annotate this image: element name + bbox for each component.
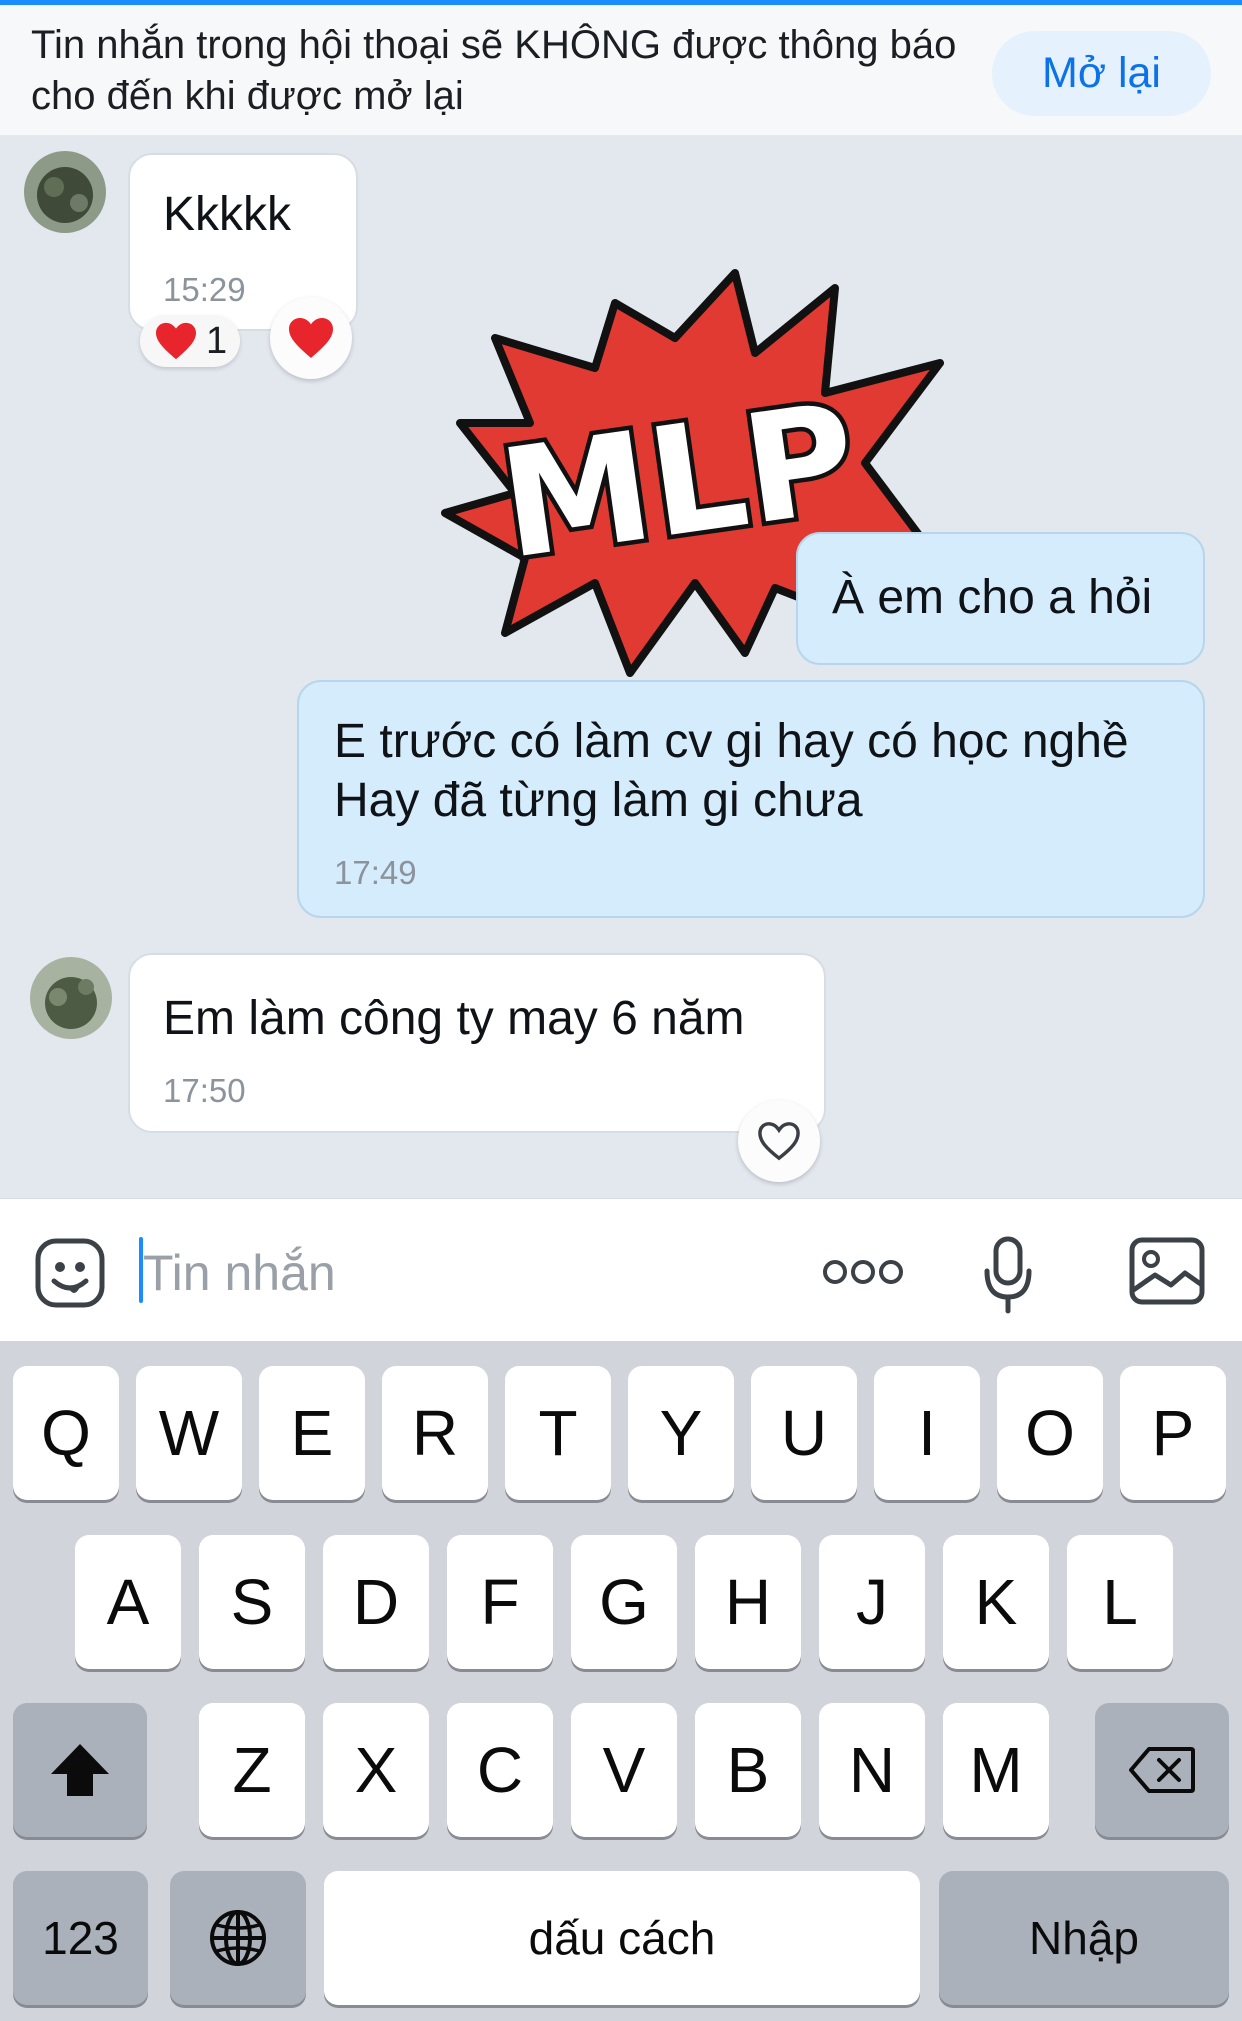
incoming-message-bubble[interactable]: Em làm công ty may 6 năm 17:50 [128, 953, 826, 1133]
backspace-key[interactable] [1095, 1703, 1229, 1837]
muted-notice-text: Tin nhắn trong hội thoại sẽ KHÔNG được t… [31, 23, 957, 118]
image-button[interactable] [1129, 1237, 1205, 1305]
keyboard: Q W E R T Y U I O P A S D F G H J K L Z … [0, 1341, 1242, 2021]
backspace-icon [1129, 1747, 1195, 1793]
contact-avatar[interactable] [24, 151, 106, 233]
numbers-key[interactable]: 123 [13, 1871, 148, 2005]
heart-icon [156, 322, 196, 360]
key-w[interactable]: W [136, 1366, 242, 1500]
return-key-label: Nhập [1029, 1912, 1139, 1964]
space-key[interactable]: dấu cách [324, 1871, 920, 2005]
avatar-image [30, 957, 112, 1039]
key-x[interactable]: X [323, 1703, 429, 1837]
key-k[interactable]: K [943, 1535, 1049, 1669]
shift-key[interactable] [13, 1703, 147, 1837]
message-text: Kkkkk [163, 188, 292, 241]
key-a[interactable]: A [75, 1535, 181, 1669]
avatar-image [24, 151, 106, 233]
key-b[interactable]: B [695, 1703, 801, 1837]
outgoing-message-bubble[interactable]: E trước có làm cv gi hay có học nghề Hay… [297, 680, 1205, 918]
key-z[interactable]: Z [199, 1703, 305, 1837]
key-n[interactable]: N [819, 1703, 925, 1837]
heart-icon [289, 318, 333, 358]
key-p[interactable]: P [1120, 1366, 1226, 1500]
key-v[interactable]: V [571, 1703, 677, 1837]
key-s[interactable]: S [199, 1535, 305, 1669]
message-time: 17:50 [163, 1072, 246, 1109]
key-u[interactable]: U [751, 1366, 857, 1500]
key-y[interactable]: Y [628, 1366, 734, 1500]
key-l[interactable]: L [1067, 1535, 1173, 1669]
key-i[interactable]: I [874, 1366, 980, 1500]
reopen-button[interactable]: Mở lại [992, 31, 1211, 116]
message-input[interactable]: Tin nhắn [143, 1244, 336, 1302]
banner-accent-line [0, 0, 1242, 5]
voice-button[interactable] [982, 1235, 1034, 1315]
key-m[interactable]: M [943, 1703, 1049, 1837]
key-t[interactable]: T [505, 1366, 611, 1500]
message-time: 17:49 [334, 854, 417, 891]
message-text-line-2: Hay đã từng làm gi chưa [334, 774, 863, 827]
message-time: 15:29 [163, 271, 246, 308]
message-text: Em làm công ty may 6 năm [163, 992, 745, 1045]
outgoing-message-bubble[interactable]: À em cho a hỏi [796, 532, 1205, 665]
key-j[interactable]: J [819, 1535, 925, 1669]
microphone-icon [984, 1236, 1032, 1314]
key-d[interactable]: D [323, 1535, 429, 1669]
key-q[interactable]: Q [13, 1366, 119, 1500]
emoji-icon [35, 1238, 105, 1308]
key-h[interactable]: H [695, 1535, 801, 1669]
return-key[interactable]: Nhập [939, 1871, 1229, 2005]
react-heart-button[interactable] [270, 297, 352, 379]
react-heart-button[interactable] [738, 1100, 820, 1182]
reaction-summary[interactable]: 1 [140, 315, 240, 367]
key-f[interactable]: F [447, 1535, 553, 1669]
contact-avatar[interactable] [30, 957, 112, 1039]
message-composer: Tin nhắn [0, 1198, 1242, 1342]
numbers-key-label: 123 [42, 1912, 119, 1964]
reaction-count: 1 [206, 319, 228, 362]
chat-area[interactable]: Kkkkk 15:29 1 MLP À em cho a hỏi E trước… [0, 135, 1242, 1198]
image-icon [1129, 1237, 1205, 1305]
emoji-button[interactable] [34, 1237, 106, 1309]
key-o[interactable]: O [997, 1366, 1103, 1500]
more-button[interactable] [820, 1254, 906, 1290]
key-g[interactable]: G [571, 1535, 677, 1669]
muted-notice-banner: Tin nhắn trong hội thoại sẽ KHÔNG được t… [0, 0, 1242, 135]
shift-icon [51, 1744, 109, 1796]
globe-key[interactable] [170, 1871, 306, 2005]
message-text-line-1: E trước có làm cv gi hay có học nghề [334, 715, 1129, 768]
key-c[interactable]: C [447, 1703, 553, 1837]
more-icon [823, 1260, 903, 1284]
heart-outline-icon [758, 1122, 800, 1161]
globe-icon [210, 1910, 266, 1966]
message-text: À em cho a hỏi [832, 571, 1153, 624]
key-r[interactable]: R [382, 1366, 488, 1500]
space-key-label: dấu cách [528, 1912, 716, 1964]
key-e[interactable]: E [259, 1366, 365, 1500]
